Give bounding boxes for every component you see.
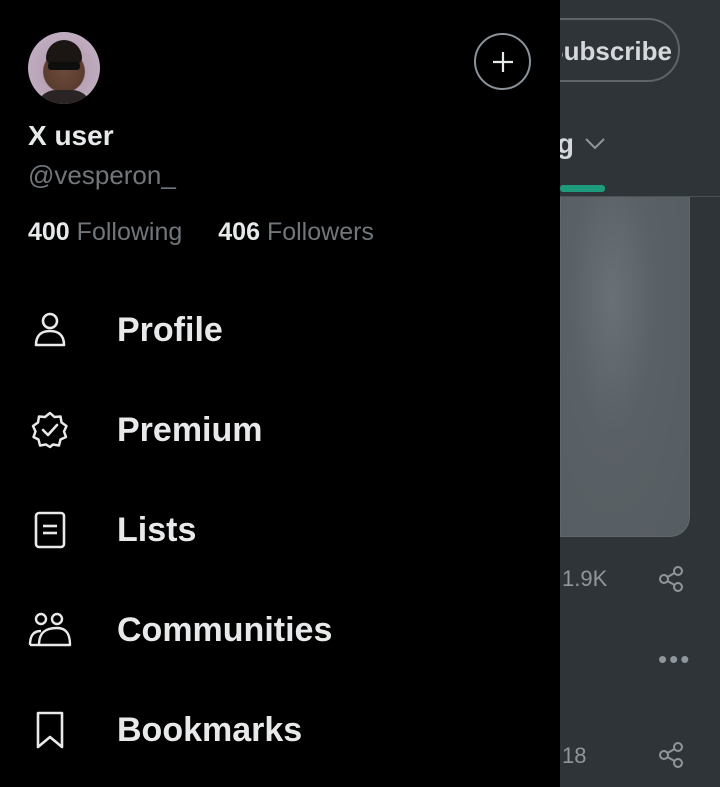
share-icon[interactable] — [656, 740, 686, 770]
nav-label-communities: Communities — [117, 610, 333, 649]
nav-item-profile[interactable]: Profile — [0, 280, 560, 380]
add-account-button[interactable] — [474, 33, 531, 90]
more-options-icon[interactable]: ••• — [658, 644, 691, 675]
nav-item-bookmarks[interactable]: Bookmarks — [0, 680, 560, 780]
avatar-glasses — [48, 62, 80, 70]
chevron-down-icon — [585, 138, 605, 150]
followers-label: Followers — [266, 218, 374, 246]
followers-count: 406 — [218, 218, 260, 246]
nav-label-premium: Premium — [117, 410, 263, 449]
display-name: X user — [28, 120, 114, 151]
nav-label-profile: Profile — [117, 310, 223, 349]
avatar[interactable] — [28, 32, 100, 104]
list-icon — [28, 508, 72, 552]
following-link[interactable]: 400 Following — [28, 218, 182, 247]
tab-active-indicator — [560, 185, 605, 192]
nav-item-lists[interactable]: Lists — [0, 480, 560, 580]
user-handle: @vesperon_ — [28, 160, 176, 190]
tab-following[interactable]: Following — [560, 128, 606, 160]
side-drawer: X user @vesperon_ 400 Following 406 Foll… — [0, 0, 560, 787]
nav-item-premium[interactable]: Premium — [0, 380, 560, 480]
nav-label-lists: Lists — [117, 510, 197, 549]
follow-stats: 400 Following 406 Followers — [28, 218, 374, 247]
followers-link[interactable]: 406 Followers — [218, 218, 374, 247]
subscribe-label: Subscribe — [562, 36, 672, 66]
following-count: 400 — [28, 218, 70, 246]
views-count-2: 18 — [562, 743, 587, 768]
nav-item-communities[interactable]: Communities — [0, 580, 560, 680]
share-icon[interactable] — [656, 564, 686, 594]
nav-label-bookmarks: Bookmarks — [117, 710, 303, 749]
verified-badge-icon — [28, 408, 72, 452]
subscribe-button[interactable]: Subscribe — [560, 18, 680, 82]
post-media[interactable] — [560, 197, 690, 537]
person-icon — [28, 308, 72, 352]
following-label: Following — [76, 218, 183, 246]
tab-label: Following — [560, 128, 574, 159]
background-timeline[interactable]: Subscribe Following 1.9K ••• 18 — [560, 0, 720, 787]
avatar-shirt — [36, 90, 92, 104]
views-count: 1.9K — [562, 566, 608, 591]
communities-icon — [28, 608, 72, 652]
bookmark-icon — [28, 708, 72, 752]
plus-icon — [492, 51, 513, 72]
avatar-hair — [46, 40, 82, 64]
